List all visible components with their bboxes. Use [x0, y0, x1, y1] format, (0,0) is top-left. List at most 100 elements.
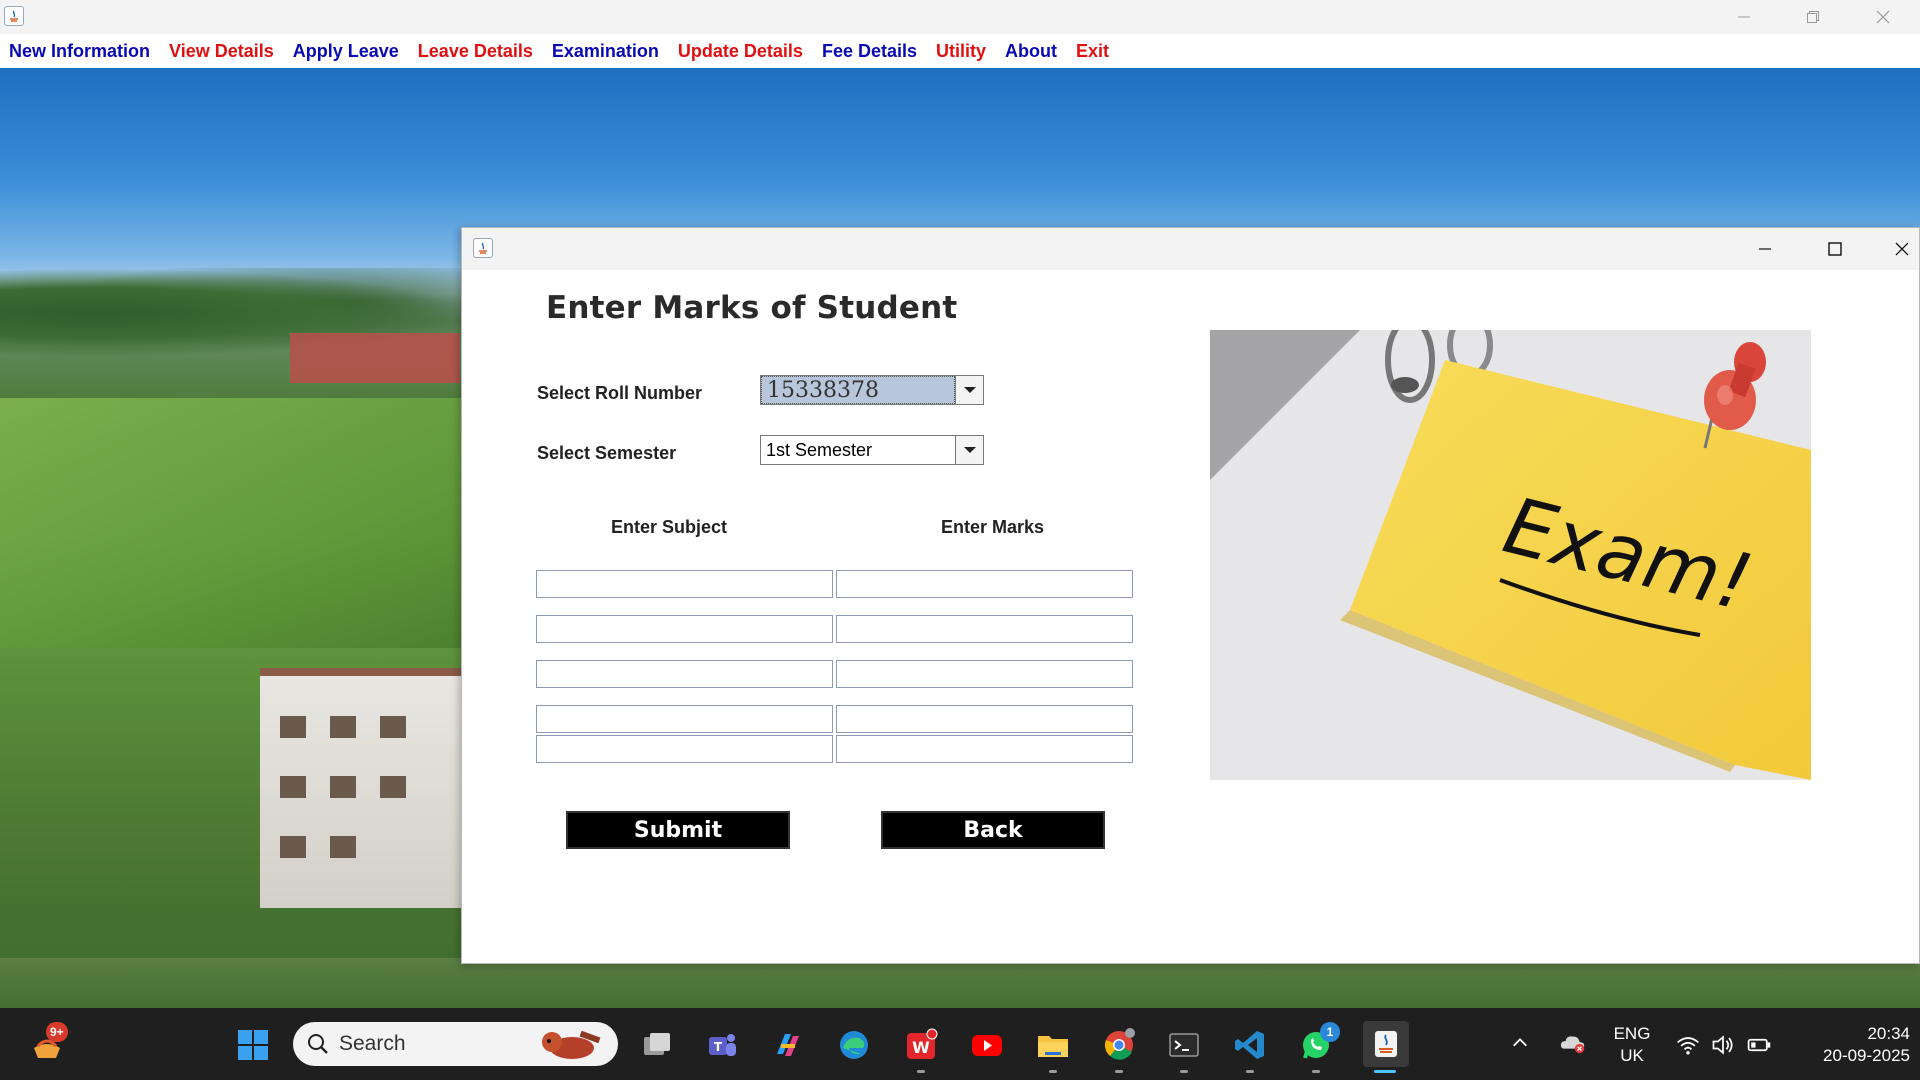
keyboard-region: UK: [1620, 1046, 1644, 1065]
roll-number-label: Select Roll Number: [537, 383, 703, 403]
menu-update-details[interactable]: Update Details: [678, 41, 803, 62]
dialog-close-button[interactable]: [1867, 228, 1920, 270]
restore-button[interactable]: [1778, 0, 1848, 34]
menu-examination[interactable]: Examination: [552, 41, 659, 62]
menu-exit[interactable]: Exit: [1076, 41, 1109, 62]
task-view-button[interactable]: [638, 1026, 676, 1064]
search-icon: [308, 1034, 328, 1054]
copilot-icon: [777, 1034, 799, 1056]
menu-leave-details[interactable]: Leave Details: [418, 41, 533, 62]
restore-icon: [1807, 11, 1819, 23]
wifi-button[interactable]: [1673, 1030, 1703, 1060]
marks-field-2[interactable]: [836, 615, 1133, 643]
menu-utility[interactable]: Utility: [936, 41, 986, 62]
wps-office-button[interactable]: W: [902, 1026, 940, 1064]
running-indicator: [1180, 1070, 1188, 1073]
minimize-icon: [1738, 16, 1750, 18]
semester-arrow[interactable]: [955, 436, 983, 464]
windows-start-icon: [238, 1030, 268, 1060]
search-placeholder: Search: [339, 1032, 406, 1055]
semester-value: 1st Semester: [766, 440, 873, 460]
java-app-taskbar-button[interactable]: [1363, 1021, 1409, 1067]
language-indicator[interactable]: ENG UK: [1608, 1023, 1656, 1067]
menu-new-information[interactable]: New Information: [9, 41, 150, 62]
java-app-icon: [4, 6, 24, 26]
menu-apply-leave[interactable]: Apply Leave: [293, 41, 399, 62]
active-indicator: [1374, 1070, 1396, 1073]
dialog-titlebar: [462, 228, 1919, 270]
exam-note-image: Exam!: [1210, 330, 1811, 780]
roll-number-value: 15338378: [761, 376, 955, 404]
marks-field-3[interactable]: [836, 660, 1133, 688]
close-icon: [1876, 10, 1890, 24]
dialog-java-icon: [473, 238, 493, 258]
enter-marks-dialog: Enter Marks of Student Select Roll Numbe…: [461, 227, 1920, 964]
menu-fee-details[interactable]: Fee Details: [822, 41, 917, 62]
onedrive-button[interactable]: [1558, 1028, 1588, 1058]
dialog-maximize-button[interactable]: [1800, 228, 1870, 270]
subject-field-5[interactable]: [536, 735, 833, 763]
close-button[interactable]: [1848, 0, 1918, 34]
subject-column-header: Enter Subject: [611, 517, 728, 537]
task-view-icon: [644, 1033, 670, 1055]
teams-button[interactable]: T: [703, 1026, 741, 1064]
battery-icon: [1747, 1038, 1771, 1052]
back-button[interactable]: Back: [881, 811, 1105, 849]
widgets-badge: 9+: [46, 1022, 68, 1042]
taskbar-search-box[interactable]: Search: [293, 1022, 618, 1066]
chrome-icon: [1104, 1028, 1135, 1060]
cloud-error-icon: [1560, 1036, 1585, 1054]
background-building: [260, 668, 470, 908]
exam-illustration: Exam!: [1210, 330, 1811, 780]
minimize-button[interactable]: [1709, 0, 1779, 34]
show-hidden-icons-button[interactable]: [1507, 1030, 1533, 1056]
dialog-minimize-button[interactable]: [1730, 228, 1800, 270]
menu-about[interactable]: About: [1005, 41, 1057, 62]
language-code: ENG: [1613, 1024, 1651, 1043]
whatsapp-badge: 1: [1320, 1022, 1340, 1042]
vscode-button[interactable]: [1231, 1026, 1269, 1064]
semester-dropdown[interactable]: 1st Semester: [760, 435, 984, 465]
edge-icon: [840, 1031, 868, 1059]
clock-date: 20-09-2025: [1823, 1046, 1910, 1065]
marks-field-5[interactable]: [836, 735, 1133, 763]
marks-column-header: Enter Marks: [941, 517, 1045, 537]
clock[interactable]: 20:34 20-09-2025: [1790, 1023, 1910, 1067]
semester-label: Select Semester: [537, 443, 677, 463]
edge-button[interactable]: [835, 1026, 873, 1064]
java-icon: [1375, 1031, 1397, 1057]
wifi-icon: [1677, 1037, 1699, 1055]
running-indicator: [1049, 1070, 1057, 1073]
chevron-down-icon: [963, 447, 976, 453]
chevron-down-icon: [963, 387, 976, 393]
background-field: [0, 398, 470, 648]
file-explorer-button[interactable]: [1034, 1026, 1072, 1064]
running-indicator: [1312, 1070, 1320, 1073]
main-window-titlebar: [0, 0, 1920, 34]
menu-view-details[interactable]: View Details: [169, 41, 274, 62]
background-red-building: [290, 333, 460, 383]
chevron-up-icon: [1513, 1038, 1527, 1047]
subject-field-3[interactable]: [536, 660, 833, 688]
subject-field-2[interactable]: [536, 615, 833, 643]
submit-button[interactable]: Submit: [566, 811, 790, 849]
battery-button[interactable]: [1744, 1030, 1774, 1060]
volume-icon: [1712, 1035, 1733, 1055]
terminal-button[interactable]: [1165, 1026, 1203, 1064]
start-button[interactable]: [234, 1026, 272, 1064]
roll-number-dropdown[interactable]: 15338378: [760, 375, 984, 405]
volume-button[interactable]: [1708, 1030, 1738, 1060]
copilot-button[interactable]: [769, 1026, 807, 1064]
minimize-icon: [1759, 248, 1771, 250]
marks-field-1[interactable]: [836, 570, 1133, 598]
vscode-icon: [1235, 1031, 1264, 1059]
marks-field-4[interactable]: [836, 705, 1133, 733]
background-ground: [0, 958, 1920, 1008]
subject-field-4[interactable]: [536, 705, 833, 733]
chrome-button[interactable]: [1100, 1026, 1138, 1064]
svg-text:T: T: [714, 1040, 723, 1054]
roll-number-arrow[interactable]: [955, 376, 983, 404]
youtube-button[interactable]: [968, 1026, 1006, 1064]
youtube-icon: [972, 1035, 1002, 1056]
subject-field-1[interactable]: [536, 570, 833, 598]
